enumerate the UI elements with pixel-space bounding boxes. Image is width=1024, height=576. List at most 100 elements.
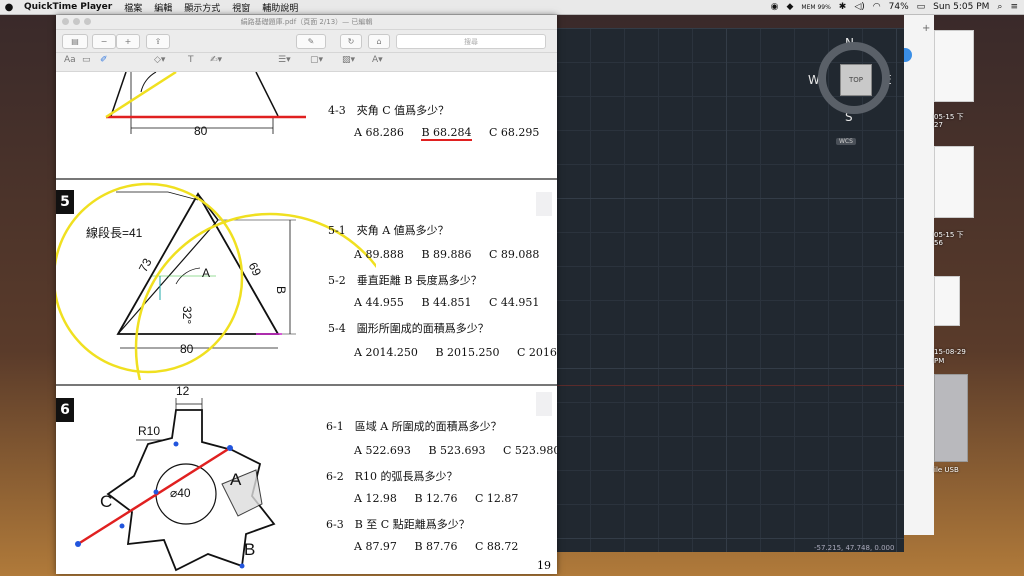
region-label-a: A: [230, 470, 242, 489]
share-button[interactable]: ⇪: [146, 34, 170, 49]
option-5-4-b: B 2015.250: [435, 346, 500, 359]
dim-label-80-s5: 80: [180, 342, 194, 356]
option-6-3-a: A 87.97: [354, 540, 397, 553]
options-6-2: A 12.98 B 12.76 C 12.87: [354, 492, 532, 505]
option-5-2-b: B 44.851: [421, 296, 472, 309]
spotlight-icon[interactable]: ⌕: [997, 2, 1002, 12]
volume-icon[interactable]: ◁): [854, 2, 864, 12]
point-label-b: B: [244, 540, 256, 559]
option-6-3-b: B 87.76: [414, 540, 458, 553]
markup-button[interactable]: ✎: [296, 34, 326, 49]
border-color-icon[interactable]: ▢▾: [310, 55, 323, 65]
question-6-2: 6-2 R10 的弧長爲多少？: [326, 470, 458, 483]
dim-label-b: B: [274, 286, 288, 295]
option-6-2-c: C 12.87: [475, 492, 519, 505]
rotate-button[interactable]: ↻: [340, 34, 362, 49]
main-toolbar: ▤ − + ⇪ ✎ ↻ ⌂ 搜尋: [56, 30, 557, 53]
option-4-3-c: C 68.295: [489, 126, 540, 139]
angle-label-32: 32°: [180, 306, 194, 325]
menu-file[interactable]: 檔案: [118, 1, 148, 14]
question-5-4: 5-4 圖形所圍成的面積爲多少？: [328, 322, 489, 335]
radius-label-r10: R10: [138, 424, 161, 438]
line-style-icon[interactable]: ☰▾: [278, 55, 291, 65]
option-5-1-b: B 89.886: [421, 248, 472, 261]
dropbox-icon[interactable]: ◆: [786, 2, 793, 12]
angle-label-a: A: [202, 266, 211, 280]
option-5-4-a: A 2014.250: [354, 346, 418, 359]
question-4-3-text: 4-3 夾角 C 值爲多少？: [328, 104, 450, 117]
question-5-2: 5-2 垂直距離 B 長度爲多少？: [328, 274, 482, 287]
question-6-3: 6-3 B 至 C 點距離爲多少？: [326, 518, 470, 531]
option-6-3-c: C 88.72: [475, 540, 519, 553]
desktop-file-thumbnail[interactable]: [934, 276, 960, 326]
new-tab-icon[interactable]: +: [922, 23, 930, 34]
option-6-2-b: B 12.76: [414, 492, 458, 505]
desktop-file-thumbnail[interactable]: [934, 146, 974, 218]
option-5-1-a: A 89.888: [354, 248, 404, 261]
cad-x-axis: [556, 385, 904, 386]
page-number: 19: [537, 559, 551, 572]
sign-icon[interactable]: ✍▾: [210, 55, 222, 65]
segment-length-label: 線段長=41: [86, 226, 143, 240]
clock[interactable]: Sun 5:05 PM: [933, 2, 989, 12]
desktop-file-label[interactable]: 56: [934, 239, 943, 247]
options-4-3: A 68.286 B 68.284 C 68.295: [354, 126, 553, 141]
desktop-file-label[interactable]: PM: [934, 357, 944, 365]
option-4-3-b: B 68.284: [421, 126, 472, 141]
apple-menu-icon[interactable]: ●: [0, 2, 18, 13]
option-6-2-a: A 12.98: [354, 492, 397, 505]
options-5-1: A 89.888 B 89.886 C 89.088: [354, 248, 553, 261]
menubar: ● QuickTime Player 檔案 編輯 顯示方式 視窗 輔助說明 ◉ …: [0, 0, 1024, 15]
desktop-file-label[interactable]: 15-08-29: [934, 348, 966, 356]
shapes-icon[interactable]: ◇▾: [154, 55, 165, 65]
toolbox-icon[interactable]: ⌂: [368, 34, 390, 49]
text-tool-icon[interactable]: T: [188, 55, 194, 65]
option-5-2-a: A 44.955: [354, 296, 404, 309]
question-6-1: 6-1 區域 A 所圍成的面積爲多少？: [326, 420, 502, 433]
point-label-c: C: [100, 492, 113, 511]
dim-label-12: 12: [176, 384, 190, 398]
wcs-menu[interactable]: WCS: [836, 138, 856, 145]
option-6-1-a: A 522.693: [354, 444, 411, 457]
coordinate-readout: -57.215, 47.748, 0.000: [814, 544, 895, 552]
titlebar: 絹路基礎題庫.pdf（頁面 2/13）— 已編輯: [56, 15, 557, 30]
cad-viewport[interactable]: N E S W TOP WCS -57.215, 47.748, 0.000: [556, 28, 904, 552]
menu-edit[interactable]: 編輯: [148, 1, 178, 14]
menu-window[interactable]: 視窗: [226, 1, 256, 14]
zoom-in-button[interactable]: +: [116, 34, 140, 49]
sketch-icon[interactable]: ✐: [100, 55, 108, 65]
menu-help[interactable]: 輔助說明: [256, 1, 304, 14]
bluetooth-icon[interactable]: ✱: [839, 2, 847, 12]
wifi-icon[interactable]: ◠: [873, 2, 881, 12]
desktop-drive-label[interactable]: ile USB: [934, 466, 959, 474]
background-window[interactable]: +: [904, 15, 934, 535]
desktop-file-label[interactable]: 27: [934, 121, 943, 129]
notification-center-icon[interactable]: ≡: [1010, 2, 1018, 12]
viewcube[interactable]: TOP: [818, 42, 890, 114]
mem-badge[interactable]: MEM 99%: [801, 4, 830, 11]
record-icon[interactable]: ◉: [771, 2, 779, 12]
option-5-4-c: C 2016.250: [517, 346, 557, 359]
page-margin-decor: [536, 392, 552, 416]
viewcube-top-face[interactable]: TOP: [840, 64, 872, 96]
zoom-out-button[interactable]: −: [92, 34, 116, 49]
question-4-3: 4-3 夾角 C 值爲多少？: [328, 102, 449, 118]
font-icon[interactable]: A▾: [372, 55, 383, 65]
search-input[interactable]: 搜尋: [396, 34, 546, 49]
menu-view[interactable]: 顯示方式: [178, 1, 226, 14]
option-4-3-a: A 68.286: [354, 126, 404, 139]
pdf-window: 絹路基礎題庫.pdf（頁面 2/13）— 已編輯 ▤ − + ⇪ ✎ ↻ ⌂ 搜…: [56, 15, 557, 574]
options-6-3: A 87.97 B 87.76 C 88.72: [354, 540, 532, 553]
options-5-4: A 2014.250 B 2015.250 C 2016.250: [354, 346, 557, 359]
app-menu[interactable]: QuickTime Player: [18, 2, 118, 12]
rect-select-icon[interactable]: ▭: [82, 55, 91, 65]
option-6-1-c: C 523.980: [503, 444, 557, 457]
text-selection-icon[interactable]: Aa: [64, 55, 76, 65]
usb-drive-icon[interactable]: [934, 374, 968, 462]
battery-percent[interactable]: 74%: [889, 2, 909, 12]
sidebar-toggle-button[interactable]: ▤: [62, 34, 88, 49]
fill-color-icon[interactable]: ▨▾: [342, 55, 355, 65]
desktop-file-thumbnail[interactable]: [934, 30, 974, 102]
options-6-1: A 522.693 B 523.693 C 523.980: [354, 444, 557, 457]
question-5-1: 5-1 夾角 A 値爲多少？: [328, 224, 449, 237]
